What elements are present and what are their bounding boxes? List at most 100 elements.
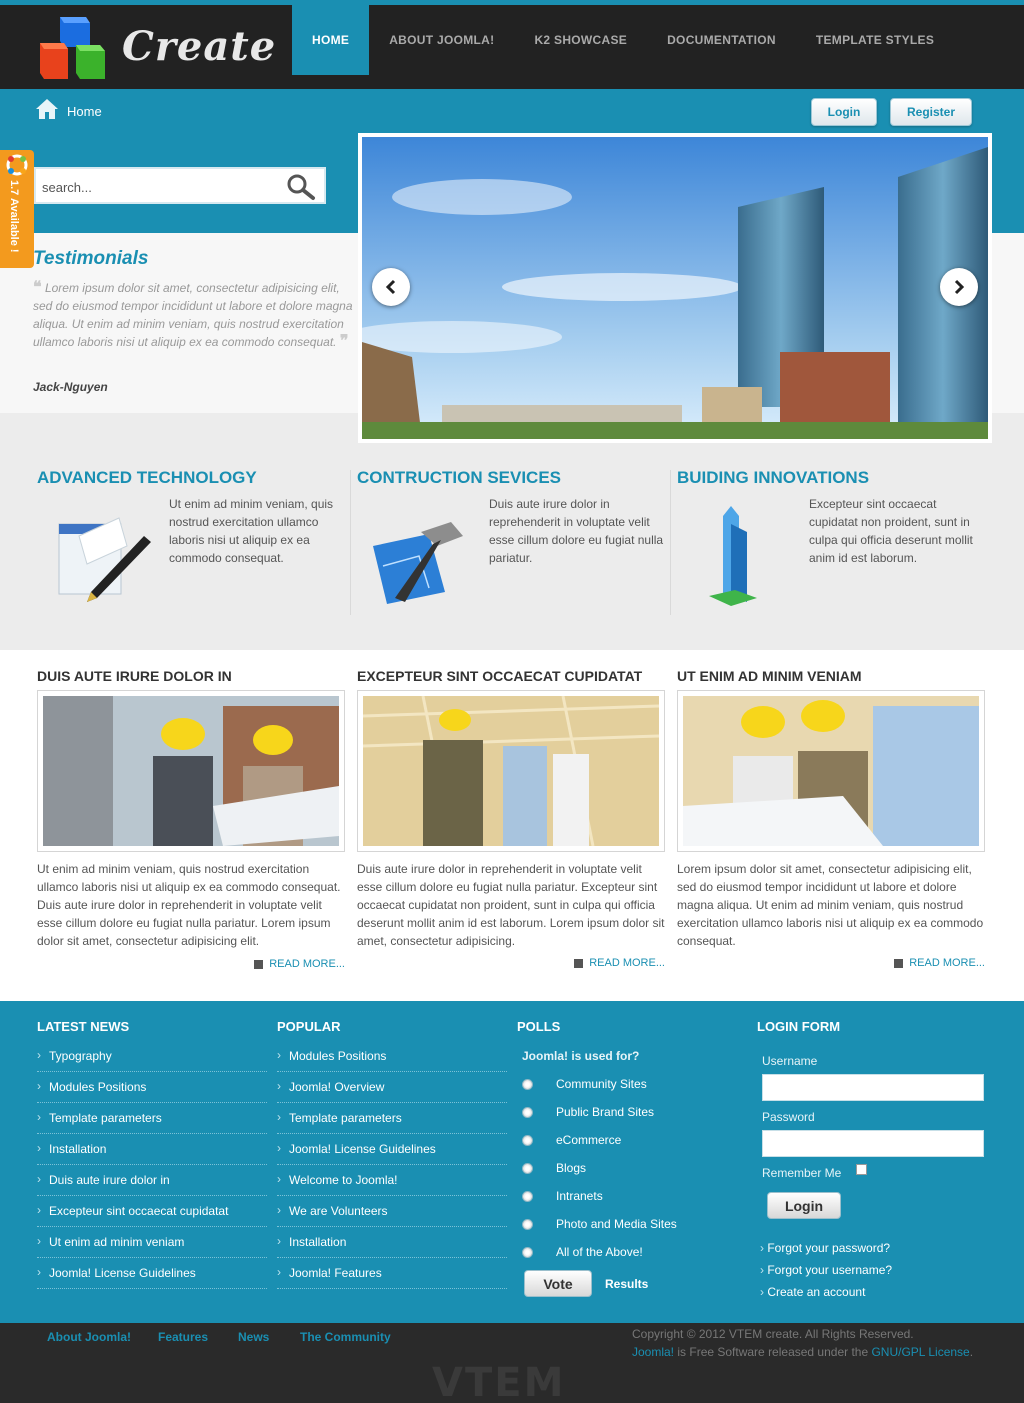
poll-option[interactable]: Community Sites (522, 1076, 647, 1092)
nav-item-k2-showcase[interactable]: K2 SHOWCASE (514, 5, 647, 75)
article-image-team[interactable] (683, 696, 979, 846)
article-image-frame (357, 690, 665, 852)
poll-radio[interactable] (522, 1218, 533, 1230)
feature-title: CONTRUCTION SEVICES (357, 468, 562, 487)
popular-title: POPULAR (277, 1019, 341, 1034)
list-item[interactable]: Template parameters (37, 1103, 267, 1134)
read-more-label: READ MORE... (589, 957, 665, 969)
poll-option[interactable]: All of the Above! (522, 1244, 643, 1260)
forgot-password-link[interactable]: Forgot your password? (760, 1241, 890, 1255)
poll-radio[interactable] (522, 1162, 533, 1174)
open-quote-icon: ❝ (33, 279, 42, 296)
feature-building-innovations: BUIDING INNOVATIONS Excepteur sint occae… (677, 468, 987, 618)
remember-me-label: Remember Me (762, 1166, 842, 1180)
article-title[interactable]: EXCEPTEUR SINT OCCAECAT CUPIDATAT (357, 668, 667, 690)
poll-option[interactable]: Photo and Media Sites (522, 1216, 677, 1232)
joomla-link[interactable]: Joomla! (632, 1345, 674, 1359)
footer-link-features[interactable]: Features (158, 1330, 208, 1344)
poll-option-label: Public Brand Sites (556, 1105, 655, 1119)
register-button[interactable]: Register (890, 98, 972, 126)
article-image-site[interactable] (363, 696, 659, 846)
feature-text: Duis aute irure dolor in reprehenderit i… (489, 497, 664, 565)
forgot-username-link[interactable]: Forgot your username? (760, 1263, 892, 1277)
vtem-logo[interactable]: VTEM (432, 1360, 565, 1403)
nav-item-home[interactable]: HOME (292, 5, 370, 75)
breadcrumb-home[interactable]: Home (67, 104, 102, 119)
footer-link-community[interactable]: The Community (300, 1330, 391, 1344)
arrow-icon (254, 959, 264, 969)
image-slider (358, 133, 992, 443)
list-item[interactable]: Duis aute irure dolor in (37, 1165, 267, 1196)
poll-radio[interactable] (522, 1134, 533, 1146)
read-more-link[interactable]: READ MORE... (574, 957, 665, 969)
logo-text[interactable]: Create (122, 23, 276, 70)
footer-link-news[interactable]: News (238, 1330, 269, 1344)
poll-option-label: Photo and Media Sites (556, 1217, 677, 1231)
joomla-version-tab[interactable]: 1.7 Available ! (0, 150, 34, 268)
login-form-button[interactable]: Login (767, 1192, 841, 1219)
list-item[interactable]: Modules Positions (37, 1072, 267, 1103)
list-item[interactable]: Ut enim ad minim veniam (37, 1227, 267, 1258)
poll-radio[interactable] (522, 1078, 533, 1090)
right-strip (990, 233, 1024, 413)
chevron-left-icon (385, 279, 396, 295)
list-item[interactable]: We are Volunteers (277, 1196, 507, 1227)
list-item[interactable]: Excepteur sint occaecat cupidatat (37, 1196, 267, 1227)
list-item[interactable]: Joomla! License Guidelines (37, 1258, 267, 1289)
testimonial-quote: ❝ Lorem ipsum dolor sit amet, consectetu… (33, 279, 355, 351)
slider-prev-button[interactable] (372, 268, 410, 306)
poll-question: Joomla! is used for? (522, 1049, 640, 1063)
testimonials-title: Testimonials (33, 248, 149, 269)
slider-next-button[interactable] (940, 268, 978, 306)
username-label: Username (762, 1054, 818, 1068)
footer-link-about[interactable]: About Joomla! (47, 1330, 131, 1344)
article-card: EXCEPTEUR SINT OCCAECAT CUPIDATAT Duis a… (357, 668, 667, 969)
nav-item-template-styles[interactable]: TEMPLATE STYLES (796, 5, 954, 75)
nav-item-documentation[interactable]: DOCUMENTATION (647, 5, 796, 75)
remember-me-checkbox[interactable] (856, 1164, 867, 1175)
gpl-license-link[interactable]: GNU/GPL License (871, 1345, 969, 1359)
article-image-workers[interactable] (43, 696, 339, 846)
poll-radio[interactable] (522, 1106, 533, 1118)
feature-divider (670, 470, 671, 615)
list-item[interactable]: Welcome to Joomla! (277, 1165, 507, 1196)
poll-option-label: eCommerce (556, 1133, 622, 1147)
feature-text: Excepteur sint occaecat cupidatat non pr… (809, 497, 973, 565)
list-item[interactable]: Installation (37, 1134, 267, 1165)
list-item[interactable]: Joomla! Overview (277, 1072, 507, 1103)
read-more-link[interactable]: READ MORE... (894, 957, 985, 969)
feature-advanced-technology: ADVANCED TECHNOLOGY Ut enim ad minim ven… (37, 468, 347, 618)
document-pen-icon (58, 517, 151, 602)
list-item[interactable]: Typography (37, 1041, 267, 1072)
feature-divider (350, 470, 351, 615)
nav-item-about-joomla[interactable]: ABOUT JOOMLA! (369, 5, 514, 75)
search-input[interactable]: search... (34, 167, 326, 204)
results-link[interactable]: Results (605, 1277, 648, 1291)
poll-option[interactable]: eCommerce (522, 1132, 621, 1148)
poll-option[interactable]: Intranets (522, 1188, 603, 1204)
vote-button[interactable]: Vote (524, 1270, 592, 1297)
article-title[interactable]: UT ENIM AD MINIM VENIAM (677, 668, 987, 690)
search-icon[interactable] (284, 173, 318, 201)
breadcrumb-bar: Home Login Register (0, 89, 1024, 133)
create-account-link[interactable]: Create an account (760, 1285, 865, 1299)
login-form-title: LOGIN FORM (757, 1019, 841, 1034)
read-more-link[interactable]: READ MORE... (254, 958, 345, 970)
list-item[interactable]: Joomla! License Guidelines (277, 1134, 507, 1165)
license-end: . (969, 1345, 974, 1359)
list-item[interactable]: Joomla! Features (277, 1258, 507, 1289)
username-field[interactable] (762, 1074, 984, 1101)
list-item[interactable]: Template parameters (277, 1103, 507, 1134)
list-item[interactable]: Installation (277, 1227, 507, 1258)
login-button[interactable]: Login (811, 98, 877, 126)
poll-radio[interactable] (522, 1190, 533, 1202)
home-icon[interactable] (35, 97, 59, 121)
logo-cubes-icon[interactable] (38, 15, 108, 83)
testimonial-author: Jack-Nguyen (33, 380, 108, 394)
poll-option[interactable]: Public Brand Sites (522, 1104, 654, 1120)
list-item[interactable]: Modules Positions (277, 1041, 507, 1072)
poll-option[interactable]: Blogs (522, 1160, 586, 1176)
poll-radio[interactable] (522, 1246, 533, 1258)
password-field[interactable] (762, 1130, 984, 1157)
article-title[interactable]: DUIS AUTE IRURE DOLOR IN (37, 668, 347, 690)
